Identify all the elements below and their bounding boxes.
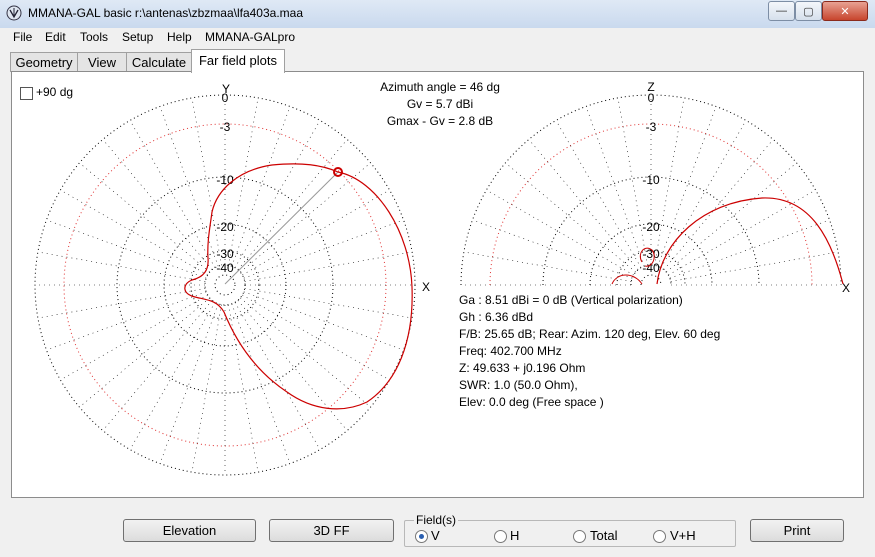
tab-far-field-plots[interactable]: Far field plots xyxy=(191,49,285,73)
menu-file[interactable]: File xyxy=(13,30,32,44)
right-ring-label-40: -40 xyxy=(642,261,660,275)
left-x-axis-label: X xyxy=(422,280,430,294)
freq-text: Freq: 402.700 MHz xyxy=(459,344,562,358)
field-radio-v-label: V xyxy=(431,528,440,543)
elevation-pattern-curve xyxy=(656,197,844,285)
menu-bar: File Edit Tools Setup Help MMANA-GALpro xyxy=(0,28,875,48)
right-ring-label-10: -10 xyxy=(642,173,660,187)
tab-bar: Geometry View Calculate Far field plots xyxy=(0,49,875,73)
close-button[interactable]: ✕ xyxy=(822,1,868,21)
field-radio-vh[interactable] xyxy=(653,530,666,543)
right-ring-label-0: 0 xyxy=(648,91,655,105)
left-grid-spoke xyxy=(191,304,222,473)
right-grid-spoke xyxy=(668,189,816,276)
left-ring-label-20: -20 xyxy=(216,220,234,234)
left-ring-label-3: -3 xyxy=(220,120,231,134)
field-radio-total-label: Total xyxy=(590,528,618,543)
left-ring-label-40: -40 xyxy=(216,261,234,275)
right-grid-spoke xyxy=(660,120,747,268)
left-ring-label-0: 0 xyxy=(222,91,229,105)
left-grid-ring xyxy=(214,274,236,296)
minimize-button[interactable]: — xyxy=(768,1,795,21)
elevation-button[interactable]: Elevation xyxy=(123,519,256,542)
left-grid-spoke xyxy=(37,288,206,319)
tab-view[interactable]: View xyxy=(77,52,127,72)
app-icon xyxy=(6,5,22,21)
field-radio-v[interactable] xyxy=(415,530,428,543)
left-grid-spoke xyxy=(37,251,206,282)
left-grid-ring xyxy=(34,94,416,476)
menu-help[interactable]: Help xyxy=(167,30,192,44)
gh-text: Gh : 6.36 dBd xyxy=(459,310,534,324)
menu-edit[interactable]: Edit xyxy=(45,30,66,44)
left-grid-spoke xyxy=(242,189,390,276)
tab-geometry[interactable]: Geometry xyxy=(10,52,78,72)
right-ring-label-20: -20 xyxy=(642,220,660,234)
plots-canvas: Y X 0 -3 -10 -20 -30 -40 Z X 0 -3 -10 -2… xyxy=(34,80,850,476)
gv-text: Gv = 5.7 dBi xyxy=(406,97,474,111)
menu-mmana-galpro[interactable]: MMANA-GALpro xyxy=(205,30,295,44)
close-icon: ✕ xyxy=(840,5,850,18)
impedance-text: Z: 49.633 + j0.196 Ohm xyxy=(459,361,586,375)
title-bar: MMANA-GAL basic r:\antenas\zbzmaa\lfa403… xyxy=(0,0,875,29)
field-radio-h-label: H xyxy=(510,528,520,543)
right-grid-spoke xyxy=(670,251,839,282)
right-grid-spoke xyxy=(486,189,634,276)
left-ring-label-10: -10 xyxy=(216,173,234,187)
left-grid-spoke xyxy=(60,294,208,381)
elevation-text: Elev: 0.0 deg (Free space ) xyxy=(459,395,604,409)
left-grid-spoke xyxy=(234,120,321,268)
maximize-icon: ▢ xyxy=(803,5,814,18)
menu-setup[interactable]: Setup xyxy=(122,30,153,44)
left-grid-spoke xyxy=(129,120,216,268)
window-title: MMANA-GAL basic r:\antenas\zbzmaa\lfa403… xyxy=(28,6,304,20)
swr-text: SWR: 1.0 (50.0 Ohm), xyxy=(459,378,578,392)
field-radio-total[interactable] xyxy=(573,530,586,543)
left-grid-spoke xyxy=(129,302,216,450)
minimize-icon: — xyxy=(776,5,787,17)
print-button[interactable]: Print xyxy=(750,519,844,542)
left-ring-label-30: -30 xyxy=(216,247,234,261)
left-grid-spoke xyxy=(244,251,413,282)
gmax-text: Gmax - Gv = 2.8 dB xyxy=(386,114,494,128)
azimuth-angle-text: Azimuth angle = 46 dg xyxy=(380,80,500,94)
menu-tools[interactable]: Tools xyxy=(80,30,108,44)
fb-text: F/B: 25.65 dB; Rear: Azim. 120 deg, Elev… xyxy=(459,327,721,341)
maximize-button[interactable]: ▢ xyxy=(795,1,822,21)
right-ring-label-3: -3 xyxy=(646,120,657,134)
left-grid-spoke xyxy=(60,189,208,276)
azimuth-cursor-line xyxy=(224,171,339,285)
azimuth-pattern-curve xyxy=(184,163,413,410)
left-grid-spoke xyxy=(228,304,259,473)
left-grid-spoke xyxy=(234,302,321,450)
azimuth-plot-grid xyxy=(34,94,416,476)
field-radio-h[interactable] xyxy=(494,530,507,543)
field-selector-legend: Field(s) xyxy=(414,513,459,527)
tab-calculate[interactable]: Calculate xyxy=(126,52,192,72)
field-radio-vh-label: V+H xyxy=(670,528,696,543)
3d-ff-button[interactable]: 3D FF xyxy=(269,519,394,542)
right-grid-spoke xyxy=(463,251,632,282)
far-field-panel: +90 dg Y X 0 -3 -10 -20 -30 -40 Z X 0 -3… xyxy=(11,71,864,498)
left-grid-spoke xyxy=(244,288,413,319)
ga-text: Ga : 8.51 dBi = 0 dB (Vertical polarizat… xyxy=(459,293,683,307)
left-grid-spoke xyxy=(242,294,390,381)
right-grid-spoke xyxy=(555,120,642,268)
